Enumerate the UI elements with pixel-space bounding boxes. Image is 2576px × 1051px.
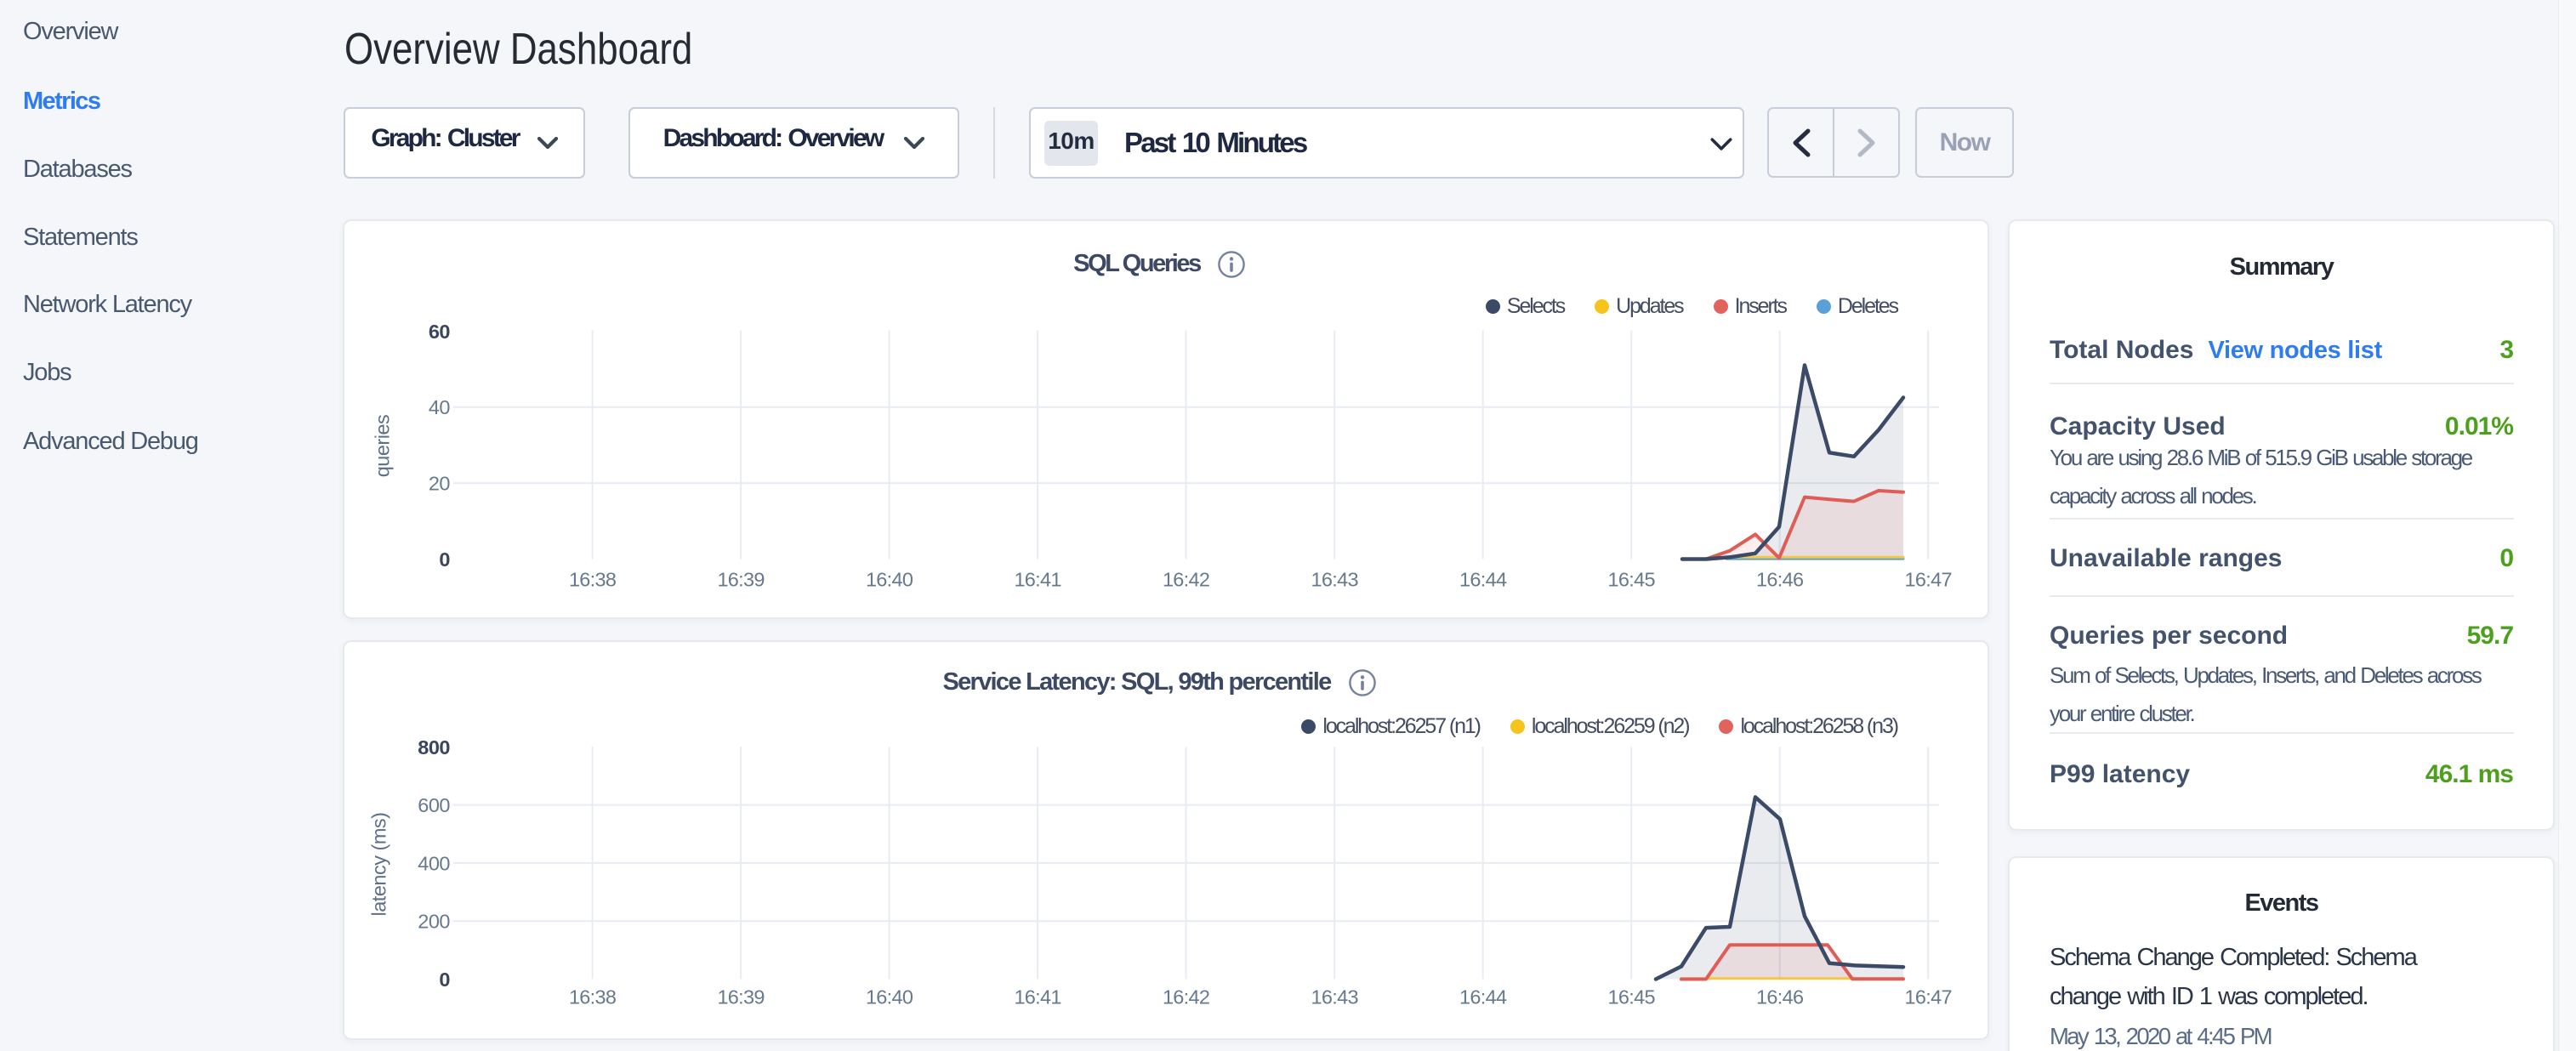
svg-text:400: 400 — [418, 852, 450, 874]
svg-text:16:41: 16:41 — [1014, 986, 1061, 1008]
svg-text:0: 0 — [439, 969, 450, 991]
svg-text:16:46: 16:46 — [1756, 986, 1804, 1008]
svg-text:16:44: 16:44 — [1459, 569, 1507, 591]
svg-text:200: 200 — [418, 911, 450, 933]
svg-text:16:47: 16:47 — [1905, 986, 1952, 1008]
svg-text:40: 40 — [429, 396, 451, 418]
svg-text:16:42: 16:42 — [1163, 986, 1209, 1008]
svg-text:16:39: 16:39 — [717, 986, 764, 1008]
svg-text:60: 60 — [429, 321, 451, 343]
svg-text:16:45: 16:45 — [1608, 569, 1656, 591]
svg-text:16:42: 16:42 — [1163, 569, 1209, 591]
svg-text:16:40: 16:40 — [866, 569, 913, 591]
svg-text:16:46: 16:46 — [1756, 569, 1804, 591]
svg-text:16:47: 16:47 — [1905, 569, 1952, 591]
svg-text:16:41: 16:41 — [1014, 569, 1061, 591]
svg-text:16:40: 16:40 — [866, 986, 913, 1008]
svg-text:0: 0 — [439, 548, 450, 571]
svg-text:20: 20 — [429, 473, 451, 495]
svg-text:16:38: 16:38 — [569, 986, 617, 1008]
svg-text:600: 600 — [418, 794, 450, 816]
svg-text:16:44: 16:44 — [1459, 986, 1507, 1008]
svg-text:16:43: 16:43 — [1311, 569, 1359, 591]
svg-text:800: 800 — [418, 736, 450, 758]
svg-text:16:43: 16:43 — [1311, 986, 1359, 1008]
svg-text:16:45: 16:45 — [1608, 986, 1656, 1008]
svg-text:16:38: 16:38 — [569, 569, 617, 591]
svg-text:16:39: 16:39 — [717, 569, 764, 591]
